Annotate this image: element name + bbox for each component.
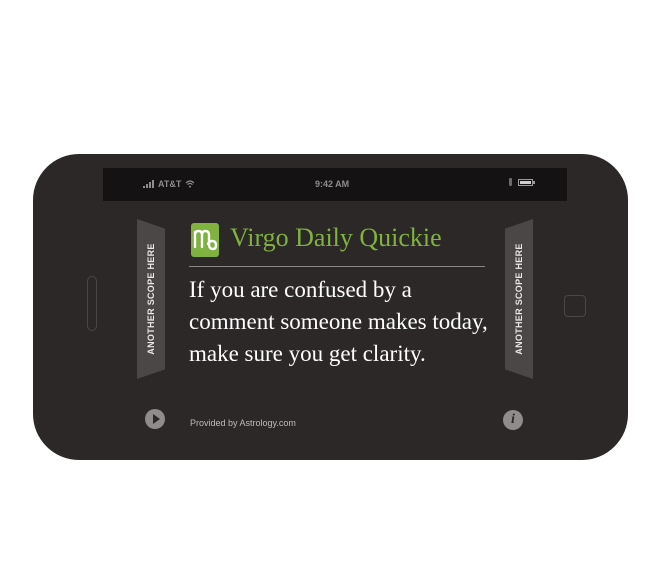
phone-frame: AT&T 9:42 AM ANOTHER SCOPE HERE ANOTHER … [33, 154, 628, 460]
carrier-label: AT&T [158, 179, 182, 189]
status-bar: AT&T 9:42 AM [103, 168, 567, 201]
title-divider [189, 266, 485, 267]
earpiece [87, 276, 97, 331]
horoscope-text: If you are confused by a comment someone… [189, 277, 488, 366]
wifi-icon [185, 180, 195, 188]
widget-title: Virgo Daily Quickie [230, 223, 442, 252]
info-icon[interactable]: i [503, 410, 523, 430]
left-scope-tab[interactable]: ANOTHER SCOPE HERE [137, 219, 165, 379]
play-icon[interactable] [145, 409, 165, 429]
status-right [509, 178, 535, 186]
right-scope-tab[interactable]: ANOTHER SCOPE HERE [505, 219, 533, 379]
virgo-icon [191, 223, 219, 257]
status-left: AT&T [143, 179, 195, 189]
right-scope-tab-label: ANOTHER SCOPE HERE [514, 243, 524, 355]
battery-icon [518, 178, 535, 186]
status-time: 9:42 AM [315, 179, 350, 189]
provider-credit: Provided by Astrology.com [190, 418, 296, 428]
signal-icon [143, 180, 154, 188]
lock-icon [509, 178, 512, 186]
left-scope-tab-label: ANOTHER SCOPE HERE [146, 243, 156, 355]
home-button[interactable] [564, 295, 586, 317]
